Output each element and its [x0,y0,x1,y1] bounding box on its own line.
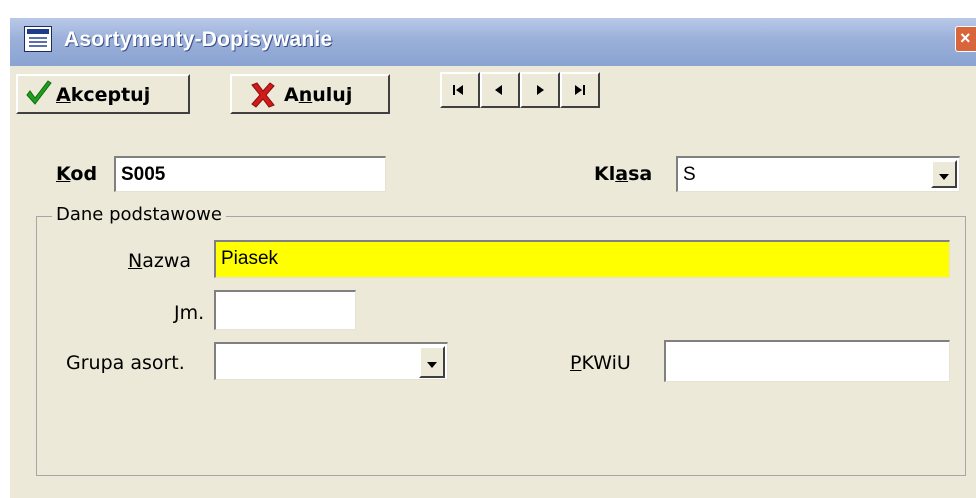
cancel-button[interactable]: Anuluj [230,74,390,114]
nazwa-label: Nazwa [128,250,192,272]
kod-input[interactable]: S005 [114,156,386,192]
window-title: Asortymenty-Dopisywanie [64,28,333,51]
pkwiu-input[interactable] [664,340,950,382]
groupbox-title: Dane podstawowe [52,204,226,225]
last-record-button[interactable] [560,72,600,108]
grupa-label: Grupa asort. [66,352,185,374]
prev-record-icon [495,85,502,95]
x-mark-icon [251,82,275,108]
jm-label: Jm. [174,302,205,324]
window-icon [24,26,52,52]
grupa-dropdown-button[interactable] [419,346,445,378]
cancel-label: Anuluj [284,84,353,106]
chevron-down-icon [939,174,949,180]
first-record-icon [453,85,463,95]
last-record-icon [575,85,585,95]
dialog-window: Asortymenty-Dopisywanie × Akceptuj Anulu… [10,18,976,498]
next-record-icon [537,85,544,95]
kod-label: Kod [56,163,98,185]
prev-record-button[interactable] [480,72,520,108]
jm-input[interactable] [214,290,356,330]
title-bar[interactable]: Asortymenty-Dopisywanie × [10,18,976,66]
klasa-dropdown-button[interactable] [931,160,957,188]
pkwiu-label: PKWiU [570,352,631,374]
klasa-select[interactable]: S [676,156,960,192]
klasa-label: Klasa [594,163,653,185]
next-record-button[interactable] [520,72,560,108]
grupa-select[interactable] [214,342,448,380]
first-record-button[interactable] [440,72,480,108]
checkmark-icon [26,80,52,105]
chevron-down-icon [427,362,437,368]
klasa-value: S [683,164,696,185]
close-icon[interactable]: × [955,26,976,52]
accept-button[interactable]: Akceptuj [16,74,190,114]
nazwa-input[interactable]: Piasek [214,240,950,278]
accept-label: Akceptuj [56,84,151,106]
